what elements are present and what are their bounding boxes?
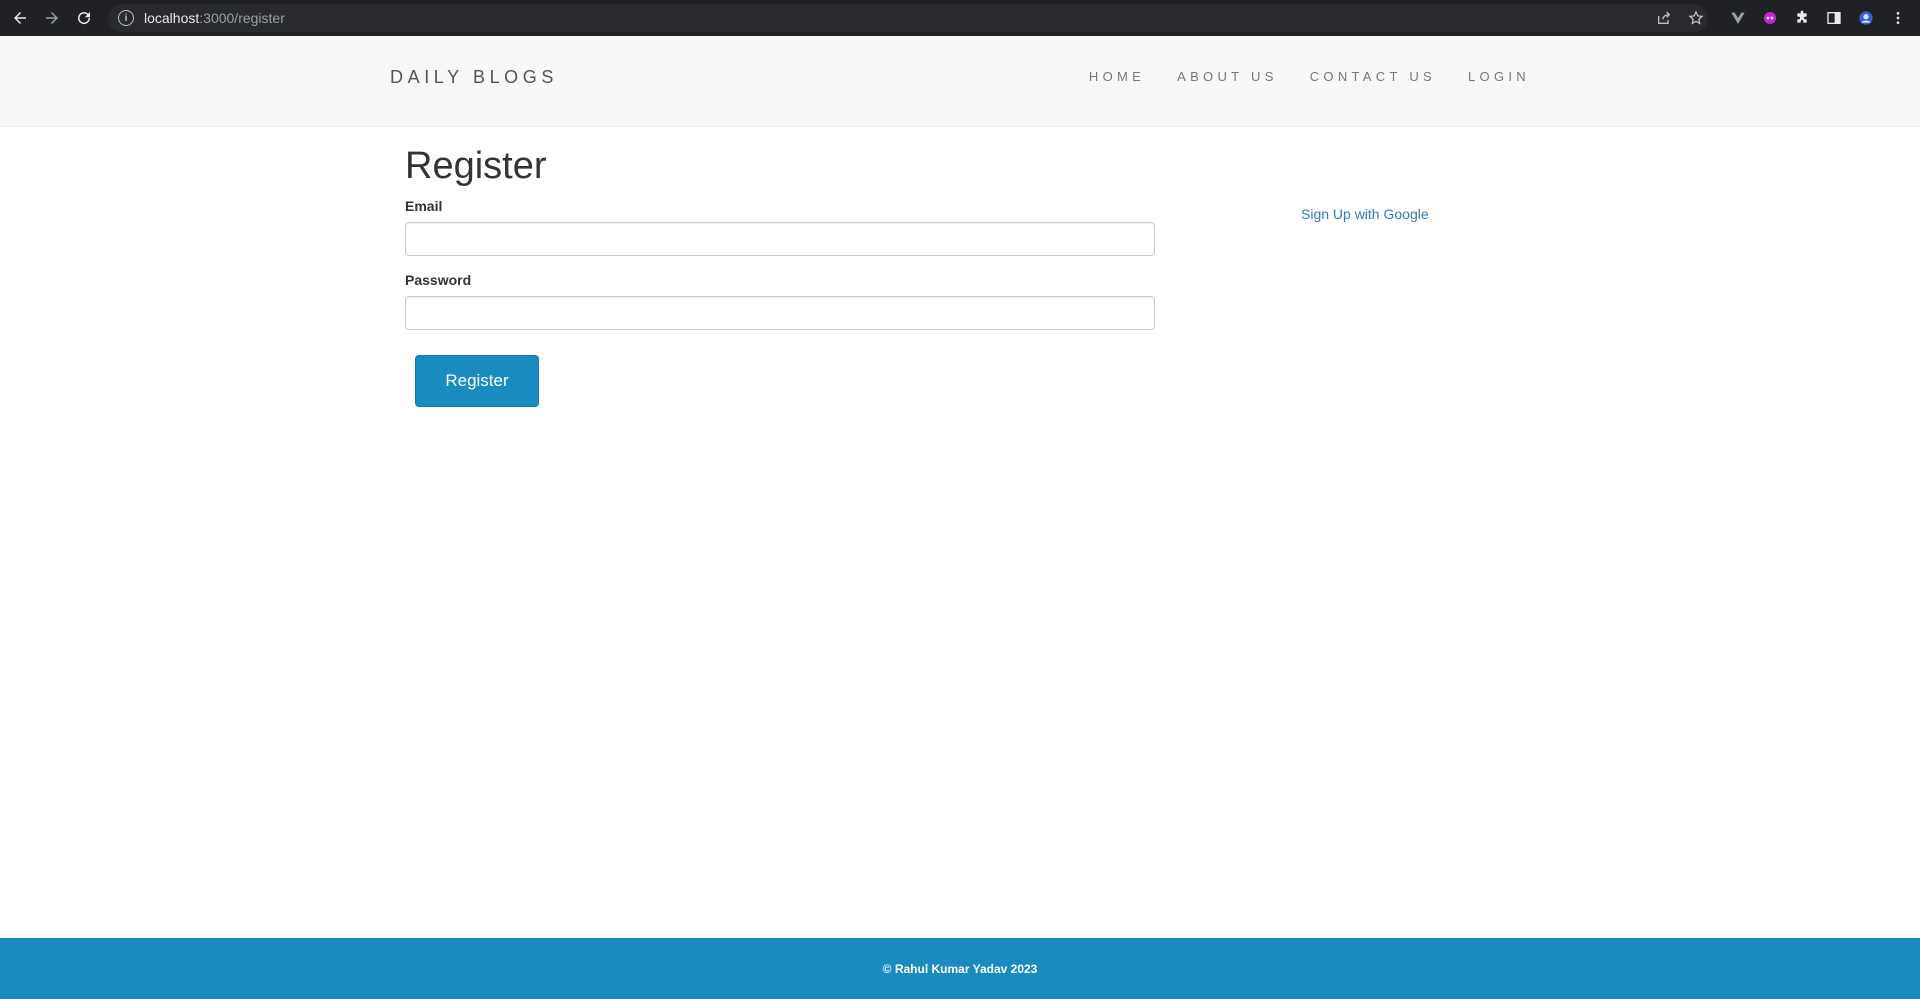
password-field[interactable]: [405, 296, 1155, 330]
nav-login[interactable]: LOGIN: [1468, 69, 1530, 84]
forward-button[interactable]: [36, 0, 68, 36]
page-title: Register: [405, 145, 547, 187]
reload-button[interactable]: [68, 0, 100, 36]
browser-toolbar: i localhost:3000/register: [0, 0, 1920, 36]
profile-button[interactable]: [1850, 0, 1882, 36]
address-bar[interactable]: i localhost:3000/register: [108, 4, 1708, 32]
site-footer: © Rahul Kumar Yadav 2023: [0, 938, 1920, 999]
bookmark-button[interactable]: [1680, 0, 1712, 36]
nav-contact-us[interactable]: CONTACT US: [1310, 69, 1436, 84]
extension-purple-icon: [1764, 12, 1776, 24]
vue-devtools-extension[interactable]: [1722, 0, 1754, 36]
register-button[interactable]: Register: [415, 355, 539, 407]
main-nav: HOME ABOUT US CONTACT US LOGIN: [1089, 69, 1530, 84]
url-host: localhost: [144, 10, 200, 26]
email-label: Email: [405, 198, 443, 214]
footer-copyright: © Rahul Kumar Yadav 2023: [882, 961, 1038, 976]
extensions-menu-button[interactable]: [1786, 0, 1818, 36]
forward-icon: [46, 12, 58, 24]
nav-about-us[interactable]: ABOUT US: [1177, 69, 1278, 84]
kebab-menu-icon: [1896, 12, 1900, 24]
url-path: :3000/register: [199, 10, 285, 26]
site-navbar: DAILY BLOGS HOME ABOUT US CONTACT US LOG…: [0, 36, 1920, 127]
side-panel-button[interactable]: [1818, 0, 1850, 36]
reload-icon: [78, 12, 91, 25]
google-signup-link[interactable]: Sign Up with Google: [1301, 206, 1429, 222]
vuejs-icon: [1731, 12, 1745, 24]
password-label: Password: [405, 272, 472, 288]
email-field[interactable]: [405, 222, 1155, 256]
url-text: localhost:3000/register: [144, 10, 285, 26]
share-icon: [1658, 11, 1671, 24]
back-button[interactable]: [4, 0, 36, 36]
chrome-menu-button[interactable]: [1882, 0, 1914, 36]
info-icon[interactable]: i: [118, 10, 134, 26]
brand-logo-link[interactable]: DAILY BLOGS: [390, 67, 558, 88]
back-icon: [14, 12, 26, 24]
puzzle-icon: [1797, 10, 1807, 23]
profile-avatar: [1859, 11, 1873, 25]
nav-home[interactable]: HOME: [1089, 69, 1145, 84]
extension-button[interactable]: [1754, 0, 1786, 36]
sidepanel-icon: [1827, 12, 1841, 24]
share-button[interactable]: [1648, 0, 1680, 36]
star-icon: [1688, 10, 1704, 25]
